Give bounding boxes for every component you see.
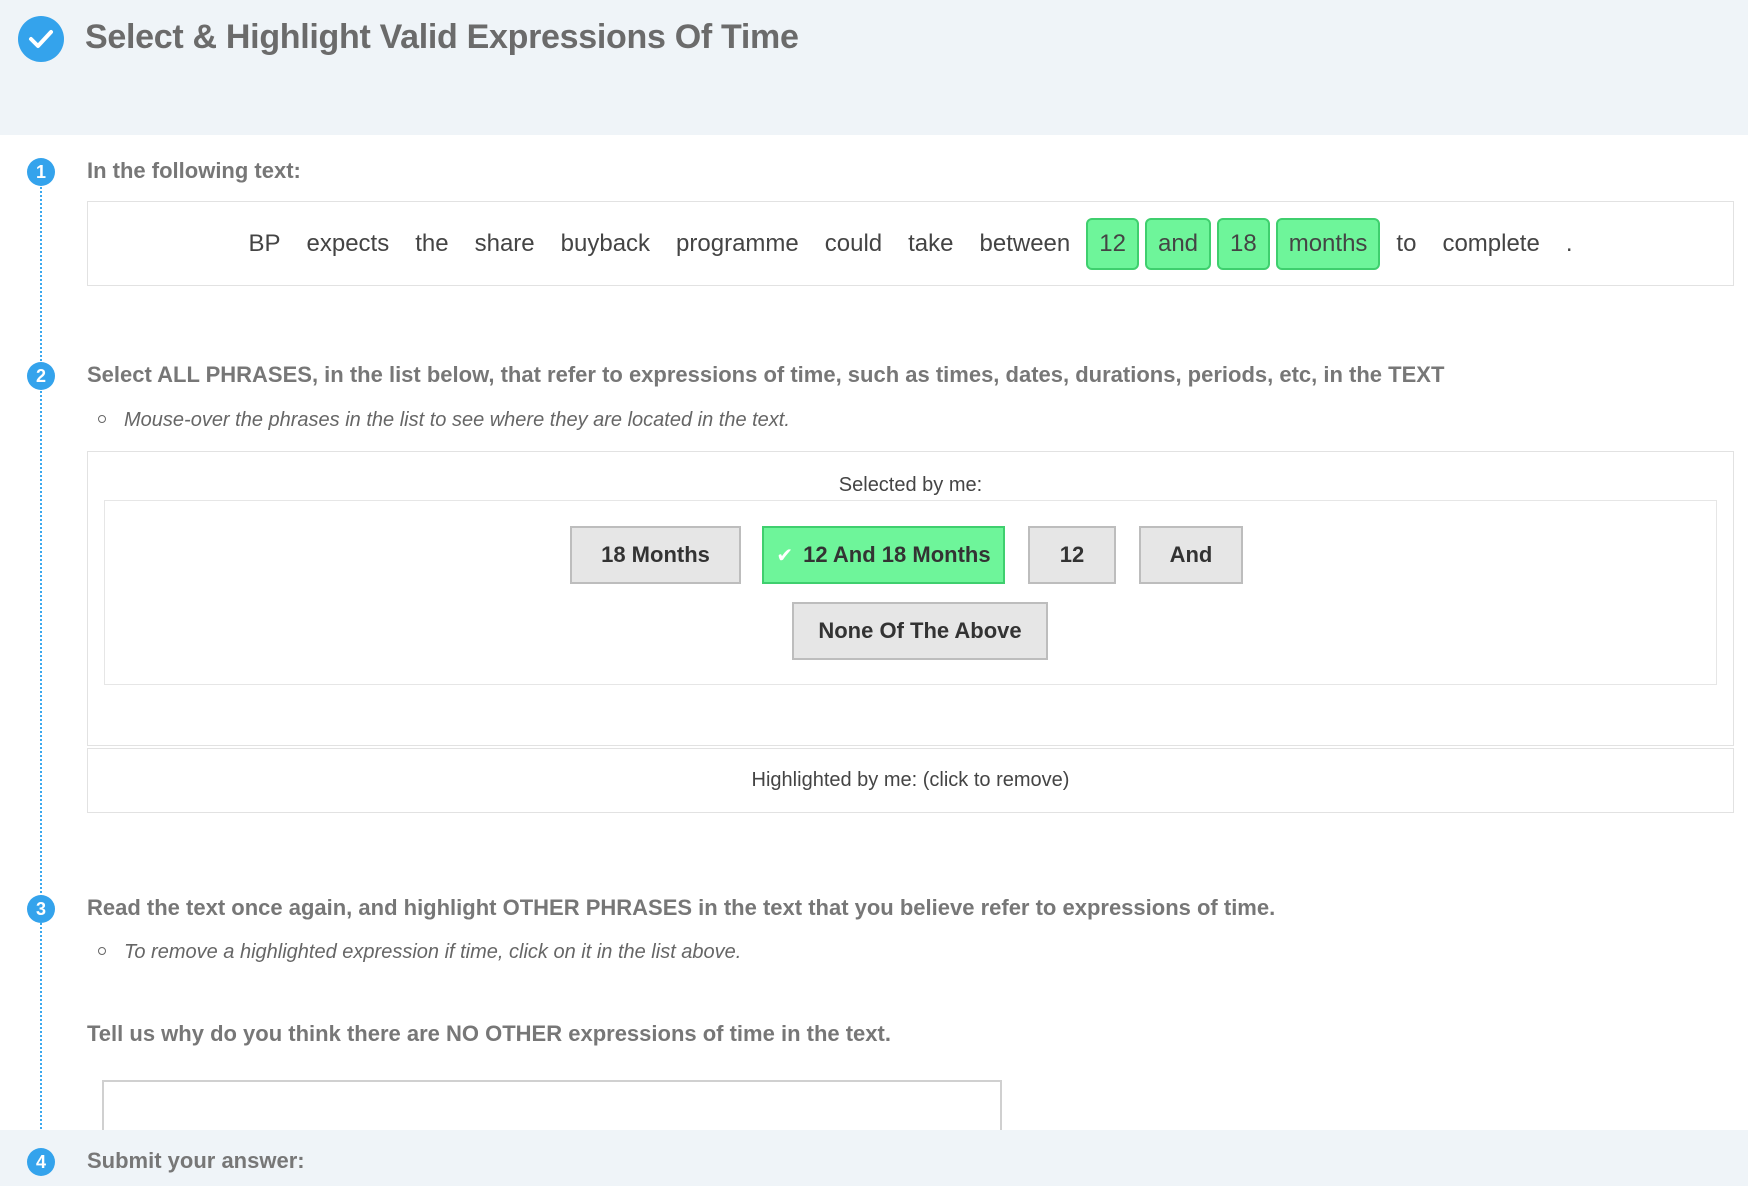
step-2-title: Select ALL PHRASES, in the list below, t… xyxy=(87,362,1445,387)
text-token[interactable]: between xyxy=(967,218,1084,270)
selected-by-me-label: Selected by me: xyxy=(838,474,983,496)
step-1-title: In the following text: xyxy=(87,158,301,183)
step-3-hint: To remove a highlighted expression if ti… xyxy=(98,941,741,964)
reason-input[interactable] xyxy=(102,1080,1002,1134)
step-4-title: Submit your answer: xyxy=(87,1148,305,1173)
text-token[interactable]: . xyxy=(1553,218,1586,270)
text-token-highlighted[interactable]: months xyxy=(1275,217,1381,270)
text-token[interactable]: BP xyxy=(236,218,294,270)
step-3-number: 3 xyxy=(27,895,55,923)
text-token[interactable]: could xyxy=(812,218,895,270)
step-2-number: 2 xyxy=(27,362,55,390)
selection-panel: Selected by me: 18 Months ✔ 12 And 18 Mon… xyxy=(87,451,1734,746)
text-token[interactable]: share xyxy=(462,218,548,270)
phrase-12-and-18-months[interactable]: ✔ 12 And 18 Months xyxy=(762,526,1005,584)
highlighted-by-me-panel: Highlighted by me: (click to remove) xyxy=(87,748,1734,813)
text-token[interactable]: programme xyxy=(663,218,812,270)
reason-question: Tell us why do you think there are NO OT… xyxy=(87,1021,891,1046)
text-token[interactable]: take xyxy=(895,218,966,270)
step-4-number: 4 xyxy=(27,1148,55,1176)
text-token-highlighted[interactable]: 12 xyxy=(1086,217,1139,270)
page-header: Select & Highlight Valid Expressions Of … xyxy=(0,0,1748,135)
text-token[interactable]: expects xyxy=(294,218,403,270)
phrase-18-months[interactable]: 18 Months xyxy=(570,526,741,584)
phrase-list: 18 Months ✔ 12 And 18 Months 12 And None … xyxy=(104,500,1717,685)
check-circle-icon xyxy=(18,16,64,62)
text-token[interactable]: buyback xyxy=(548,218,663,270)
phrase-none-of-the-above[interactable]: None Of The Above xyxy=(792,602,1048,660)
step-1-number: 1 xyxy=(27,158,55,186)
highlighted-by-me-label: Highlighted by me: (click to remove) xyxy=(751,769,1070,791)
page-title: Select & Highlight Valid Expressions Of … xyxy=(85,18,799,56)
step-3-title: Read the text once again, and highlight … xyxy=(87,895,1276,920)
text-token-highlighted[interactable]: 18 xyxy=(1217,217,1270,270)
steps-timeline xyxy=(40,172,42,1172)
step-2-hint: Mouse-over the phrases in the list to se… xyxy=(98,409,790,432)
phrase-12[interactable]: 12 xyxy=(1028,526,1116,584)
text-token-highlighted[interactable]: and xyxy=(1144,217,1212,270)
text-token[interactable]: to xyxy=(1383,218,1429,270)
phrase-and[interactable]: And xyxy=(1139,526,1243,584)
check-icon: ✔ xyxy=(776,545,794,567)
text-token[interactable]: the xyxy=(402,218,461,270)
source-text-box: BP expects the share buyback programme could ta… xyxy=(87,201,1734,286)
text-token[interactable]: complete xyxy=(1429,218,1552,270)
